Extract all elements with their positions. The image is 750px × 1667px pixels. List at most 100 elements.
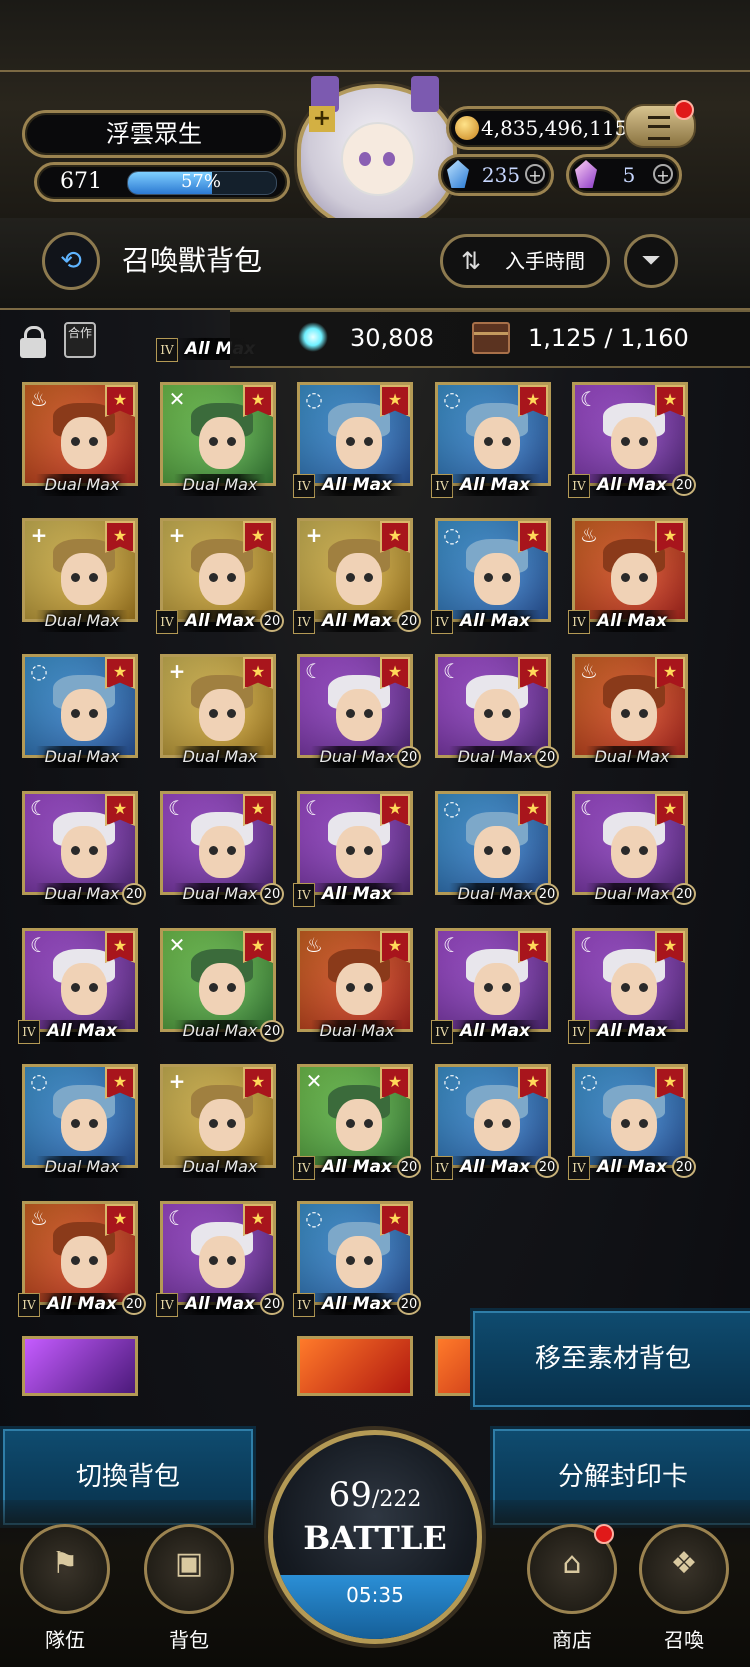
water-element-icon: ◌ (30, 659, 48, 683)
summon-card[interactable]: ☾ ★ IV All Max (431, 928, 551, 1048)
level-badge: 20 (122, 1293, 146, 1315)
summon-card[interactable]: ♨ ★ Dual Max (572, 654, 688, 774)
summon-card[interactable]: ☾ ★ IV All Max 20 (156, 1201, 284, 1321)
summon-card[interactable]: ◌ ★ IV All Max (293, 382, 413, 502)
summon-card[interactable]: ✕ ★ Dual Max 20 (160, 928, 284, 1048)
character-eye (639, 983, 648, 992)
nav-summon[interactable]: ❖ 召喚 (634, 1512, 734, 1662)
cat-ear-right (411, 76, 439, 112)
summon-card[interactable]: ♨ ★ IV All Max (568, 518, 688, 638)
summon-card[interactable]: ✕ ★ Dual Max (160, 382, 276, 502)
summon-card[interactable]: + ★ IV All Max 20 (293, 518, 421, 638)
pink-gem-counter[interactable]: 5 + (566, 154, 682, 196)
summon-card[interactable]: ☾ ★ IV All Max (293, 791, 413, 911)
card-portrait: ◌ ★ (435, 1064, 551, 1168)
player-name: 浮雲眾生 (106, 120, 202, 148)
menu-button[interactable] (624, 100, 696, 148)
coop-label: 合作 (67, 326, 92, 340)
character-eye (502, 573, 511, 582)
summon-card[interactable]: ☾ ★ Dual Max 20 (572, 791, 696, 911)
summon-card[interactable]: ◌ ★ IV All Max (431, 518, 551, 638)
summon-card[interactable]: ◌ ★ Dual Max 20 (435, 791, 559, 911)
card-label: All Max (174, 1293, 266, 1315)
summon-card[interactable]: ◌ ★ Dual Max (22, 1064, 138, 1184)
battle-button[interactable]: 69/222 BATTLE 05:35 (268, 1430, 482, 1644)
filter-button[interactable]: ⏷ (624, 234, 678, 288)
coop-toggle[interactable]: 合作 (64, 322, 96, 358)
character-face (61, 963, 107, 1015)
lock-toggle[interactable] (20, 326, 46, 358)
summon-card[interactable]: ✕ ★ IV All Max 20 (293, 1064, 421, 1184)
summon-card[interactable]: ☾ ★ Dual Max 20 (297, 654, 421, 774)
summon-card[interactable]: + ★ Dual Max (160, 654, 276, 774)
light-element-icon: + (168, 1069, 186, 1093)
level-badge: 20 (672, 883, 696, 905)
switch-bag-label: 切換背包 (75, 1462, 180, 1492)
card-label-row: Dual Max (156, 474, 284, 498)
card-portrait: + ★ (297, 518, 413, 622)
summon-card[interactable]: ♨ ★ IV All Max 20 (18, 1201, 146, 1321)
summon-card-partial[interactable] (297, 1336, 413, 1396)
character-eye (71, 573, 80, 582)
character-eye (89, 1119, 98, 1128)
summon-card[interactable]: ☾ ★ Dual Max 20 (22, 791, 146, 911)
level-badge: 20 (397, 1293, 421, 1315)
character-face (611, 826, 657, 878)
nav-team[interactable]: ⚑ 隊伍 (15, 1512, 115, 1662)
add-pink-gem-icon[interactable]: + (653, 164, 673, 185)
summon-card[interactable]: ☾ ★ IV All Max (18, 928, 138, 1048)
character-eye (502, 846, 511, 855)
summon-card-icon: ❖ (670, 1546, 698, 1581)
level-badge: 20 (535, 746, 559, 768)
summon-card-partial[interactable] (22, 1336, 138, 1396)
water-element-icon: ◌ (580, 1069, 598, 1093)
card-label-row: IV All Max (568, 610, 696, 634)
character-face (336, 1099, 382, 1151)
filter-icon: ⏷ (641, 246, 661, 274)
back-button[interactable]: ⟲ (42, 232, 100, 290)
summon-card[interactable]: + ★ IV All Max 20 (156, 518, 284, 638)
summon-card[interactable]: + ★ Dual Max (160, 1064, 276, 1184)
card-label-row: Dual Max 20 (156, 883, 284, 907)
avatar-eye (383, 152, 395, 166)
card-label: All Max (586, 1020, 678, 1042)
summon-card[interactable]: ♨ ★ Dual Max (297, 928, 413, 1048)
summon-card[interactable]: ☾ ★ IV All Max 20 (568, 382, 696, 502)
nav-shop[interactable]: ⌂ 商店 (522, 1512, 622, 1662)
summon-card[interactable]: ◌ ★ Dual Max (22, 654, 138, 774)
summon-card[interactable]: ◌ ★ IV All Max 20 (568, 1064, 696, 1184)
card-portrait: + ★ (160, 518, 276, 622)
character-face (474, 826, 520, 878)
character-face (61, 1099, 107, 1151)
character-face (474, 417, 520, 469)
character-eye (227, 1256, 236, 1265)
player-name-plate[interactable]: 浮雲眾生 (22, 110, 286, 158)
character-face (199, 963, 245, 1015)
summon-card[interactable]: ◌ ★ IV All Max (431, 382, 551, 502)
sort-button[interactable]: ⇅ 入手時間 (440, 234, 610, 288)
summon-card[interactable]: ♨ ★ Dual Max (22, 382, 138, 502)
move-to-material-button[interactable]: 移至素材背包 (470, 1308, 750, 1410)
info-strip: 30,808 1,125 / 1,160 (230, 310, 750, 368)
dark-element-icon: ☾ (30, 933, 48, 957)
summon-card[interactable]: ☾ ★ Dual Max 20 (160, 791, 284, 911)
character-face (199, 689, 245, 741)
character-eye (227, 573, 236, 582)
card-label-row: Dual Max 20 (156, 1020, 284, 1044)
card-label-row: IV All Max (431, 474, 559, 498)
card-label-row: IV All Max 20 (293, 1156, 421, 1180)
summon-card[interactable]: ☾ ★ IV All Max (568, 928, 688, 1048)
card-label-row: Dual Max 20 (293, 746, 421, 770)
summon-card[interactable]: + ★ Dual Max (22, 518, 138, 638)
blue-gem-counter[interactable]: 235 + (438, 154, 554, 196)
summon-card[interactable]: ◌ ★ IV All Max 20 (431, 1064, 559, 1184)
character-face (336, 1236, 382, 1288)
summon-card[interactable]: ☾ ★ Dual Max 20 (435, 654, 559, 774)
player-avatar[interactable]: + (297, 76, 457, 232)
nav-bag[interactable]: ▣ 背包 (139, 1512, 239, 1662)
add-blue-gem-icon[interactable]: + (525, 164, 545, 185)
card-portrait: ☾ ★ (160, 791, 276, 895)
character-face (199, 826, 245, 878)
summon-card[interactable]: ◌ ★ IV All Max 20 (293, 1201, 421, 1321)
character-eye (639, 709, 648, 718)
